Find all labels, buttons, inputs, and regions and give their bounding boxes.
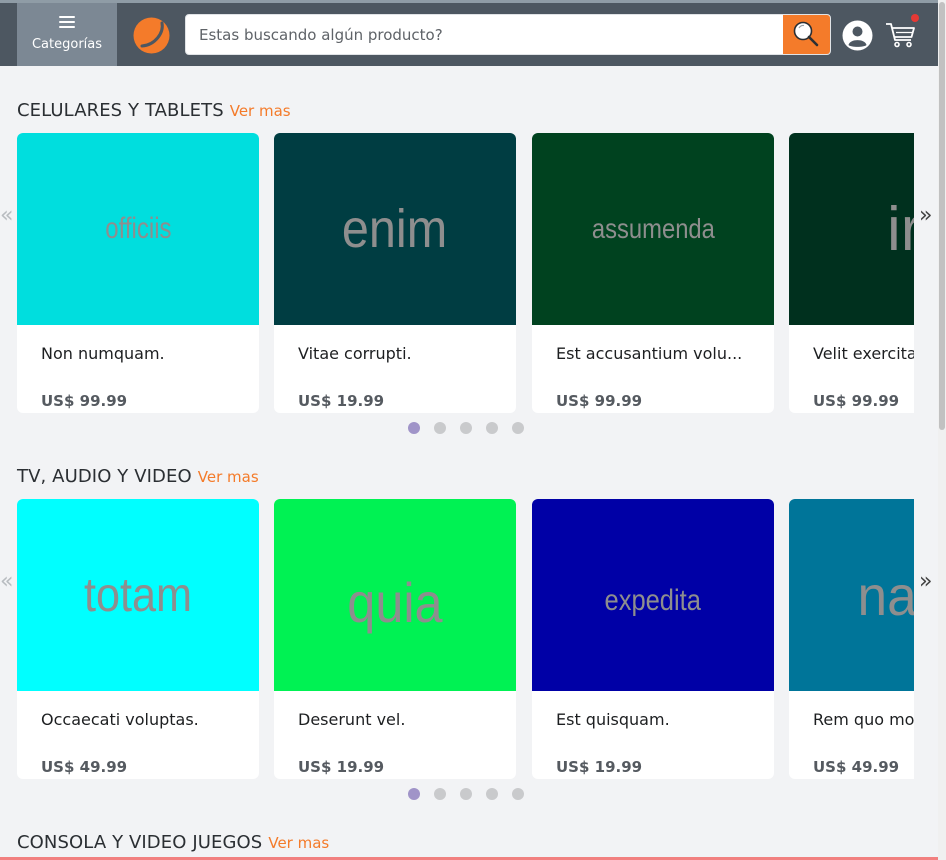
product-image-text: quia bbox=[347, 570, 443, 634]
section-title: CONSOLA Y VIDEO JUEGOS bbox=[17, 832, 263, 853]
product-card[interactable]: ir Velit exercita US$ 99.99 bbox=[789, 133, 914, 413]
see-more-link[interactable]: Ver mas bbox=[230, 102, 291, 120]
product-price: US$ 99.99 bbox=[41, 392, 128, 410]
search-bar bbox=[185, 14, 831, 55]
scrollbar-thumb[interactable] bbox=[939, 2, 945, 430]
product-image-text: ir bbox=[887, 194, 914, 264]
section-title: TV, AUDIO Y VIDEO bbox=[17, 466, 192, 487]
product-image-text: expedita bbox=[604, 584, 702, 617]
pagination-dot[interactable] bbox=[512, 422, 524, 434]
product-image-text: na bbox=[857, 563, 914, 627]
product-name: Est quisquam. bbox=[556, 710, 670, 729]
product-image: officiis bbox=[17, 133, 259, 325]
product-section-consoles: CONSOLA Y VIDEO JUEGOS Ver mas bbox=[0, 832, 938, 858]
pagination-dot[interactable] bbox=[408, 788, 420, 800]
product-name: Non numquam. bbox=[41, 344, 165, 363]
categories-label: Categorías bbox=[31, 37, 103, 52]
product-image: enim bbox=[274, 133, 516, 325]
pagination-dot[interactable] bbox=[434, 788, 446, 800]
product-price: US$ 19.99 bbox=[298, 758, 385, 776]
product-card[interactable]: officiis Non numquam. US$ 99.99 bbox=[17, 133, 259, 413]
pagination-dot[interactable] bbox=[408, 422, 420, 434]
product-carousel: officiis Non numquam. US$ 99.99 enim Vit… bbox=[17, 133, 914, 413]
product-section-tv-audio: TV, AUDIO Y VIDEO Ver mas « totam Occaeca… bbox=[0, 466, 938, 806]
menu-icon bbox=[59, 16, 75, 29]
pagination-dot[interactable] bbox=[460, 422, 472, 434]
pagination-dot[interactable] bbox=[460, 788, 472, 800]
vertical-scrollbar[interactable] bbox=[938, 0, 946, 860]
product-image: expedita bbox=[532, 499, 774, 691]
product-image: totam bbox=[17, 499, 259, 691]
product-image: assumenda bbox=[532, 133, 774, 325]
product-name: Velit exercita bbox=[813, 344, 914, 363]
carousel-prev-arrow[interactable]: « bbox=[0, 569, 13, 594]
product-image-text: totam bbox=[83, 568, 193, 622]
section-title: CELULARES Y TABLETS bbox=[17, 100, 224, 121]
pagination-dot[interactable] bbox=[486, 788, 498, 800]
see-more-link[interactable]: Ver mas bbox=[268, 834, 329, 852]
section-header: CELULARES Y TABLETS Ver mas bbox=[17, 100, 291, 124]
cart-notification-badge bbox=[911, 14, 919, 22]
product-section-phones: CELULARES Y TABLETS Ver mas « officiis No… bbox=[0, 100, 938, 440]
product-price: US$ 49.99 bbox=[41, 758, 128, 776]
product-image-text: enim bbox=[342, 199, 448, 259]
product-image-text: assumenda bbox=[591, 213, 715, 244]
product-image: quia bbox=[274, 499, 516, 691]
product-image: ir bbox=[789, 133, 914, 325]
product-carousel: totam Occaecati voluptas. US$ 49.99 quia… bbox=[17, 499, 914, 779]
search-icon bbox=[793, 21, 819, 47]
section-header: TV, AUDIO Y VIDEO Ver mas bbox=[17, 466, 259, 490]
product-card[interactable]: na Rem quo mo US$ 49.99 bbox=[789, 499, 914, 779]
carousel-next-arrow[interactable]: » bbox=[919, 203, 932, 228]
product-price: US$ 49.99 bbox=[813, 758, 900, 776]
product-price: US$ 19.99 bbox=[298, 392, 385, 410]
product-card[interactable]: totam Occaecati voluptas. US$ 49.99 bbox=[17, 499, 259, 779]
product-name: Rem quo mo bbox=[813, 710, 914, 729]
product-card[interactable]: expedita Est quisquam. US$ 19.99 bbox=[532, 499, 774, 779]
pagination-dot[interactable] bbox=[512, 788, 524, 800]
product-card[interactable]: quia Deserunt vel. US$ 19.99 bbox=[274, 499, 516, 779]
section-header: CONSOLA Y VIDEO JUEGOS Ver mas bbox=[17, 832, 329, 856]
product-price: US$ 99.99 bbox=[813, 392, 900, 410]
product-image-text: officiis bbox=[104, 212, 172, 245]
user-account-icon[interactable] bbox=[842, 20, 873, 51]
pagination-dot[interactable] bbox=[486, 422, 498, 434]
product-name: Occaecati voluptas. bbox=[41, 710, 199, 729]
brand-logo[interactable] bbox=[133, 17, 170, 54]
categories-button[interactable]: Categorías bbox=[17, 3, 117, 66]
product-name: Est accusantium volu... bbox=[556, 344, 743, 363]
carousel-prev-arrow[interactable]: « bbox=[0, 203, 13, 228]
see-more-link[interactable]: Ver mas bbox=[198, 468, 259, 486]
product-name: Vitae corrupti. bbox=[298, 344, 412, 363]
product-card[interactable]: assumenda Est accusantium volu... US$ 99… bbox=[532, 133, 774, 413]
product-name: Deserunt vel. bbox=[298, 710, 406, 729]
product-price: US$ 19.99 bbox=[556, 758, 643, 776]
search-button[interactable] bbox=[783, 15, 830, 54]
product-price: US$ 99.99 bbox=[556, 392, 643, 410]
product-image: na bbox=[789, 499, 914, 691]
top-header: Categorías bbox=[0, 0, 938, 66]
search-input[interactable] bbox=[186, 15, 784, 54]
pagination-dot[interactable] bbox=[434, 422, 446, 434]
carousel-next-arrow[interactable]: » bbox=[919, 569, 932, 594]
product-card[interactable]: enim Vitae corrupti. US$ 19.99 bbox=[274, 133, 516, 413]
